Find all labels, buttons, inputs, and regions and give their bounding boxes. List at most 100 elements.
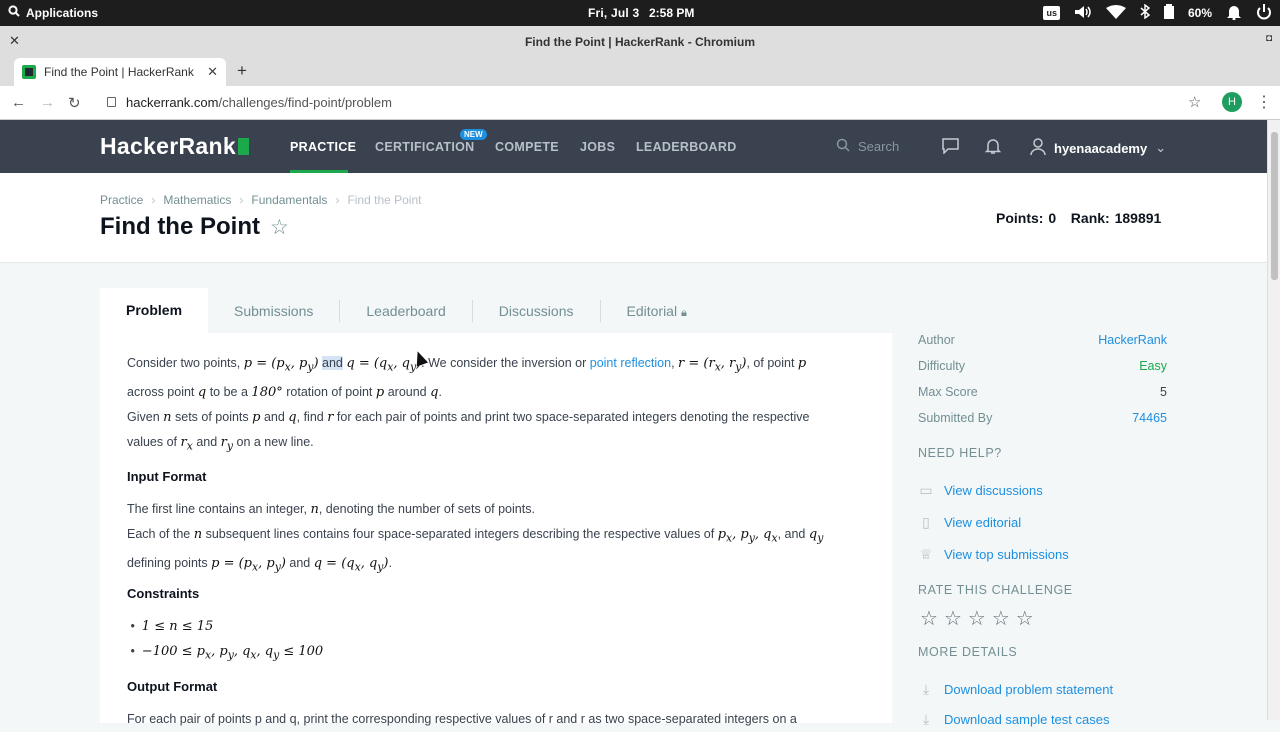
messages-icon[interactable] [942,138,959,159]
notifications-icon[interactable] [1226,4,1242,23]
link-label: View top submissions [944,547,1069,562]
problem-paragraph-1: Consider two points, p = (px, py) and q … [127,356,807,400]
bookmark-star-icon[interactable]: ☆ [270,215,289,240]
address-bar-url[interactable]: hackerrank.com/challenges/find-point/pro… [126,95,392,110]
site-navbar: HackerRank PRACTICE CERTIFICATION NEW CO… [0,120,1267,173]
input-format-heading: Input Format [127,469,207,484]
hackerrank-logo[interactable]: HackerRank [100,133,249,160]
profile-avatar[interactable]: H [1222,92,1242,112]
text: Given [127,410,160,424]
output-format-heading: Output Format [127,679,218,694]
view-discussions-link[interactable]: ▭ View discussions [918,482,1042,499]
nav-leaderboard[interactable]: LEADERBOARD [636,140,737,154]
tab-discussions[interactable]: Discussions [473,299,601,322]
page-title-row: Find the Point ☆ [100,213,289,241]
detail-max-score: Max Score 5 [918,385,1167,399]
constraint-1: 1 ≤ n ≤ 15 [141,619,214,634]
nav-compete[interactable]: COMPETE [495,140,559,154]
text: across point [127,384,195,399]
window-maximize-icon[interactable]: ◘ [1266,33,1272,44]
os-date[interactable]: Fri, Jul 3 [588,6,639,20]
os-clock[interactable]: 2:58 PM [649,6,694,20]
difficulty-label: Difficulty [918,359,966,373]
math: r [327,410,334,425]
user-score: Points: 0 Rank: 189891 [996,210,1161,226]
nav-practice[interactable]: PRACTICE [290,140,356,154]
page-scrollbar[interactable] [1267,120,1280,720]
author-link[interactable]: HackerRank [1098,333,1167,347]
chevron-down-icon: ⌄ [1155,140,1167,155]
breadcrumb-mathematics[interactable]: Mathematics [163,193,231,207]
view-top-submissions-link[interactable]: ♕ View top submissions [918,546,1069,563]
view-editorial-link[interactable]: ▯ View editorial [918,514,1021,531]
math: rx [180,435,193,453]
book-icon: ▯ [922,514,930,530]
difficulty-value: Easy [1139,359,1167,373]
rate-challenge-heading: RATE THIS CHALLENGE [918,583,1073,597]
text: rotation of point [286,384,373,399]
reload-icon[interactable]: ↻ [68,94,81,112]
tab-problem[interactable]: Problem [100,288,209,333]
text: Consider two points, [127,356,241,370]
browser-tab[interactable]: Find the Point | HackerRank ✕ [14,58,226,86]
math-r: r = (rx, ry) [678,356,747,374]
battery-icon[interactable] [1163,4,1174,22]
text: . We consider the inversion or [421,356,587,370]
detail-author: Author HackerRank [918,333,1167,347]
bookmark-star-icon[interactable]: ☆ [1188,93,1201,111]
text: , denoting the number of sets of points. [318,502,535,516]
tab-leaderboard[interactable]: Leaderboard [340,299,473,322]
notifications-bell-icon[interactable] [984,138,1002,160]
lock-icon[interactable] [107,97,116,107]
rating-star-icon[interactable]: ☆ [1016,606,1034,631]
battery-percent: 60% [1187,6,1212,20]
breadcrumb-practice[interactable]: Practice [100,193,143,207]
math: qy [808,527,824,545]
new-tab-plus-icon[interactable]: + [237,61,247,81]
back-arrow-icon[interactable]: ← [11,94,26,111]
max-score-label: Max Score [918,385,978,399]
browser-tab-title: Find the Point | HackerRank [44,65,194,79]
site-search[interactable]: Search [836,138,899,155]
rating-star-icon[interactable]: ☆ [920,606,938,631]
rating-star-icon[interactable]: ☆ [992,606,1010,631]
browser-toolbar: ← → ↻ hackerrank.com/challenges/find-poi… [0,86,1280,120]
math: n [163,410,172,425]
logo-square-icon [237,138,249,155]
applications-menu[interactable]: Applications [8,5,98,20]
breadcrumb-fundamentals[interactable]: Fundamentals [251,193,327,207]
tab-editorial[interactable]: Editorial 🔒︎ [601,300,713,322]
rating-star-icon[interactable]: ☆ [944,606,962,631]
math: n [310,502,319,517]
tab-close-icon[interactable]: ✕ [207,64,218,80]
scrollbar-thumb[interactable] [1271,132,1278,280]
wifi-icon[interactable] [1105,4,1126,22]
rating-star-icon[interactable]: ☆ [968,606,986,631]
search-icon [836,138,850,155]
nav-certification[interactable]: CERTIFICATION [375,140,475,154]
constraints-heading: Constraints [127,586,200,601]
constraints-list: • 1 ≤ n ≤ 15 • −100 ≤ px, py, qx, qy ≤ 1… [127,614,857,668]
link-label: Download problem statement [944,682,1114,697]
keyboard-layout-indicator[interactable]: us [1043,6,1060,20]
bluetooth-icon[interactable] [1140,3,1151,22]
submitted-by-value[interactable]: 74465 [1132,411,1167,425]
nav-jobs[interactable]: JOBS [580,140,615,154]
math: ry [220,435,234,453]
tab-submissions[interactable]: Submissions [208,299,341,322]
power-icon[interactable] [1256,3,1272,23]
point-reflection-link[interactable]: point reflection [590,356,671,370]
volume-icon[interactable] [1074,5,1092,22]
download-problem-statement-link[interactable]: ⤓ Download problem statement [918,681,1113,698]
detail-difficulty: Difficulty Easy [918,359,1167,373]
text: around [387,384,427,399]
browser-menu-icon[interactable]: ⋮ [1256,92,1272,112]
text: values of [127,435,178,449]
math: p [375,384,385,400]
system-tray: us 60% [1043,3,1272,23]
applications-label: Applications [26,5,99,20]
download-icon: ⤓ [922,681,930,697]
math-q: q = (qx, qy) [346,356,422,374]
forward-arrow-icon[interactable]: → [40,94,55,111]
user-menu[interactable]: hyenaacademy ⌄ [1030,138,1166,158]
